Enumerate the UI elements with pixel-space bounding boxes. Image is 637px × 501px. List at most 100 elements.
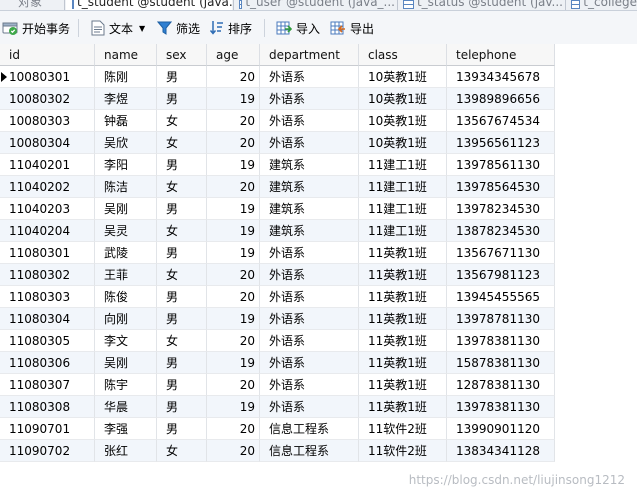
- column-header-age[interactable]: age: [207, 44, 260, 66]
- cell-age[interactable]: 20: [207, 330, 260, 352]
- cell-telephone[interactable]: 13878234530: [447, 220, 555, 242]
- cell-telephone[interactable]: 13990901120: [447, 418, 555, 440]
- cell-department[interactable]: 外语系: [260, 132, 359, 154]
- cell-telephone[interactable]: 15878381130: [447, 352, 555, 374]
- cell-sex[interactable]: 女: [157, 110, 207, 132]
- table-row[interactable]: 11080303 陈俊男 20 外语系 11英教1班 13945455565: [0, 286, 555, 308]
- text-button[interactable]: 文本 ▼: [91, 19, 145, 37]
- tab-t-user[interactable]: t_user @student (java_...: [235, 0, 395, 10]
- cell-age[interactable]: 20: [207, 440, 260, 462]
- cell-department[interactable]: 外语系: [260, 264, 359, 286]
- tab-t-college[interactable]: t_college: [567, 0, 637, 10]
- cell-telephone[interactable]: 13934345678: [447, 66, 555, 88]
- cell-id[interactable]: 11080304: [0, 308, 95, 330]
- cell-name[interactable]: 李阳: [95, 154, 157, 176]
- cell-department[interactable]: 外语系: [260, 110, 359, 132]
- cell-department[interactable]: 建筑系: [260, 220, 359, 242]
- cell-class[interactable]: 11建工1班: [359, 198, 447, 220]
- cell-age[interactable]: 20: [207, 132, 260, 154]
- cell-name[interactable]: 吴灵: [95, 220, 157, 242]
- cell-sex[interactable]: 男: [157, 242, 207, 264]
- cell-telephone[interactable]: 13978564530: [447, 176, 555, 198]
- cell-telephone[interactable]: 13567674534: [447, 110, 555, 132]
- cell-department[interactable]: 建筑系: [260, 154, 359, 176]
- cell-class[interactable]: 10英教1班: [359, 132, 447, 154]
- table-row[interactable]: 10080304 吴欣女 20 外语系 10英教1班 13956561123: [0, 132, 555, 154]
- tab-t-status[interactable]: t_status @student (jav...: [399, 0, 563, 10]
- cell-id[interactable]: 10080302: [0, 88, 95, 110]
- cell-department[interactable]: 建筑系: [260, 176, 359, 198]
- cell-age[interactable]: 19: [207, 198, 260, 220]
- cell-name[interactable]: 吴刚: [95, 198, 157, 220]
- cell-name[interactable]: 武陵: [95, 242, 157, 264]
- cell-name[interactable]: 陈刚: [95, 66, 157, 88]
- cell-sex[interactable]: 女: [157, 132, 207, 154]
- cell-telephone[interactable]: 13567981123: [447, 264, 555, 286]
- cell-department[interactable]: 外语系: [260, 396, 359, 418]
- table-row[interactable]: 11090701 李强男 20 信息工程系 11软件2班 13990901120: [0, 418, 555, 440]
- cell-department[interactable]: 建筑系: [260, 198, 359, 220]
- cell-age[interactable]: 20: [207, 418, 260, 440]
- cell-class[interactable]: 11建工1班: [359, 154, 447, 176]
- tab-objects[interactable]: 对象: [4, 0, 62, 10]
- filter-button[interactable]: 筛选: [157, 19, 200, 37]
- cell-department[interactable]: 外语系: [260, 66, 359, 88]
- cell-sex[interactable]: 男: [157, 352, 207, 374]
- cell-department[interactable]: 外语系: [260, 352, 359, 374]
- cell-id[interactable]: 11040202: [0, 176, 95, 198]
- table-row[interactable]: 11040202 陈洁女 20 建筑系 11建工1班 13978564530: [0, 176, 555, 198]
- cell-sex[interactable]: 女: [157, 330, 207, 352]
- cell-name[interactable]: 陈洁: [95, 176, 157, 198]
- cell-id[interactable]: 10080301: [0, 66, 95, 88]
- table-row[interactable]: 10080301 陈刚男 20 外语系 10英教1班 13934345678: [0, 66, 555, 88]
- cell-age[interactable]: 19: [207, 220, 260, 242]
- cell-sex[interactable]: 男: [157, 88, 207, 110]
- cell-sex[interactable]: 男: [157, 418, 207, 440]
- cell-age[interactable]: 20: [207, 110, 260, 132]
- cell-name[interactable]: 钟磊: [95, 110, 157, 132]
- cell-department[interactable]: 外语系: [260, 308, 359, 330]
- cell-name[interactable]: 吴欣: [95, 132, 157, 154]
- cell-telephone[interactable]: 13834341128: [447, 440, 555, 462]
- cell-sex[interactable]: 男: [157, 154, 207, 176]
- export-button[interactable]: 导出: [330, 19, 374, 37]
- tab-t-student[interactable]: t_student @student (java...: [66, 0, 232, 10]
- cell-id[interactable]: 11080306: [0, 352, 95, 374]
- cell-telephone[interactable]: 13978781130: [447, 308, 555, 330]
- cell-class[interactable]: 11英教1班: [359, 352, 447, 374]
- cell-id[interactable]: 11080303: [0, 286, 95, 308]
- cell-class[interactable]: 10英教1班: [359, 110, 447, 132]
- table-row[interactable]: 10080302 李煜男 19 外语系 10英教1班 13989896656: [0, 88, 555, 110]
- column-header-id[interactable]: id: [0, 44, 95, 66]
- cell-id[interactable]: 11080302: [0, 264, 95, 286]
- cell-name[interactable]: 李文: [95, 330, 157, 352]
- cell-age[interactable]: 19: [207, 154, 260, 176]
- cell-telephone[interactable]: 13978381130: [447, 396, 555, 418]
- cell-age[interactable]: 20: [207, 66, 260, 88]
- column-header-department[interactable]: department: [260, 44, 359, 66]
- cell-age[interactable]: 19: [207, 88, 260, 110]
- cell-class[interactable]: 11建工1班: [359, 220, 447, 242]
- cell-id[interactable]: 10080303: [0, 110, 95, 132]
- cell-age[interactable]: 20: [207, 264, 260, 286]
- cell-age[interactable]: 19: [207, 308, 260, 330]
- table-row[interactable]: 11080306 吴刚男 19 外语系 11英教1班 15878381130: [0, 352, 555, 374]
- cell-name[interactable]: 向刚: [95, 308, 157, 330]
- cell-sex[interactable]: 男: [157, 374, 207, 396]
- import-button[interactable]: 导入: [276, 19, 320, 37]
- cell-class[interactable]: 11软件2班: [359, 440, 447, 462]
- cell-id[interactable]: 11080308: [0, 396, 95, 418]
- cell-name[interactable]: 陈俊: [95, 286, 157, 308]
- column-header-class[interactable]: class: [359, 44, 447, 66]
- cell-name[interactable]: 王菲: [95, 264, 157, 286]
- cell-telephone[interactable]: 13978381130: [447, 330, 555, 352]
- cell-class[interactable]: 10英教1班: [359, 66, 447, 88]
- column-header-telephone[interactable]: telephone: [447, 44, 555, 66]
- cell-telephone[interactable]: 13989896656: [447, 88, 555, 110]
- cell-department[interactable]: 外语系: [260, 242, 359, 264]
- cell-id[interactable]: 11040203: [0, 198, 95, 220]
- table-row[interactable]: 11080305 李文女 20 外语系 11英教1班 13978381130: [0, 330, 555, 352]
- cell-department[interactable]: 外语系: [260, 330, 359, 352]
- cell-class[interactable]: 10英教1班: [359, 88, 447, 110]
- table-row[interactable]: 11080304 向刚男 19 外语系 11英教1班 13978781130: [0, 308, 555, 330]
